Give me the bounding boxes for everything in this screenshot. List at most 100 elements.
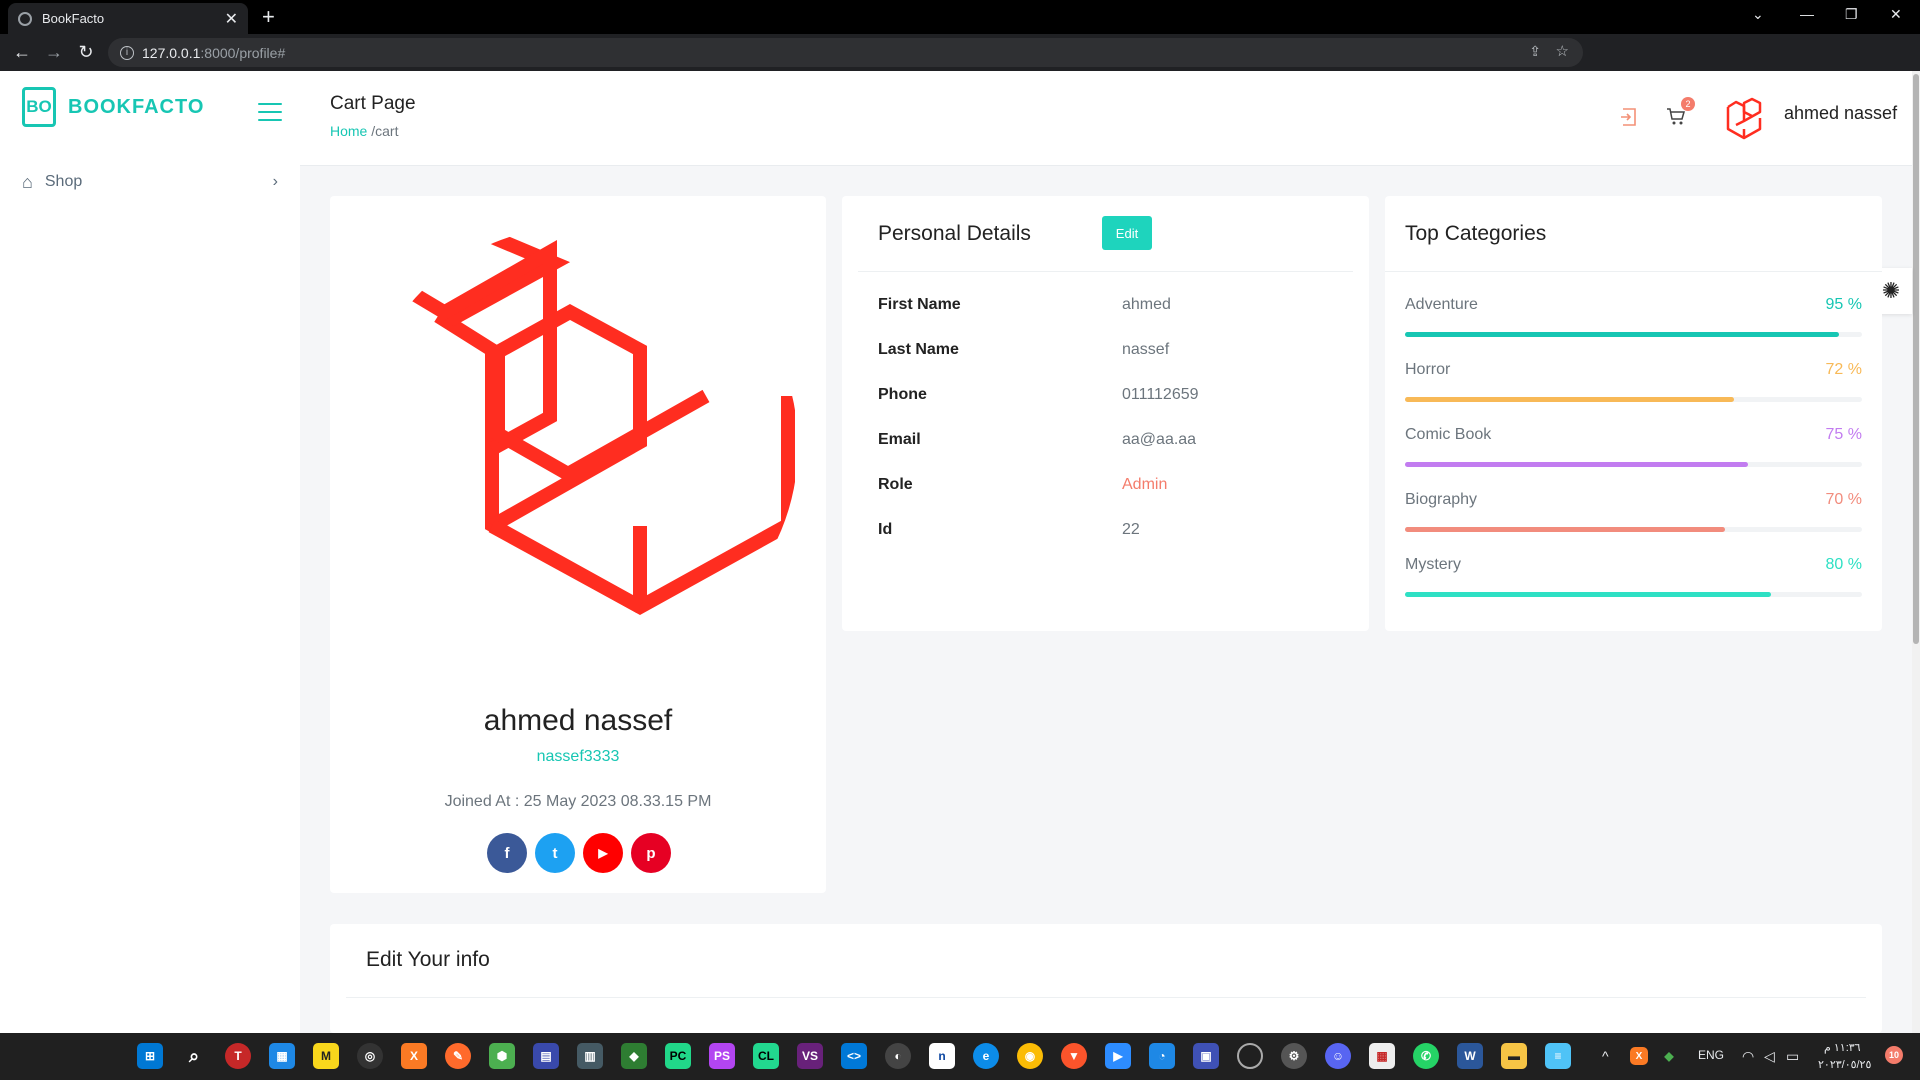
phpstorm-icon[interactable]: PS bbox=[709, 1043, 735, 1069]
tray-xampp-icon[interactable]: X bbox=[1630, 1047, 1648, 1065]
clock-time[interactable]: ١١:٣٦ م bbox=[1824, 1041, 1861, 1054]
battery-icon[interactable]: ▭ bbox=[1786, 1048, 1799, 1065]
clock-date[interactable]: ٢٠٢٣/٠٥/٢٥ bbox=[1818, 1058, 1871, 1071]
divider bbox=[1385, 271, 1882, 272]
category-progress-fill bbox=[1405, 462, 1748, 467]
brand[interactable]: BO BOOKFACTO bbox=[22, 87, 204, 127]
detail-value: 011112659 bbox=[1122, 386, 1199, 403]
cart-count-badge: 2 bbox=[1681, 97, 1695, 111]
home-icon: ⌂ bbox=[22, 171, 33, 192]
notepad-icon[interactable]: ≡ bbox=[1545, 1043, 1571, 1069]
address-bar[interactable]: i 127.0.0.1:8000/profile# ⇪ ☆ bbox=[108, 38, 1583, 67]
twitter-icon[interactable]: t bbox=[535, 833, 575, 873]
app-icon[interactable]: ⚙ bbox=[1281, 1043, 1307, 1069]
volume-icon[interactable]: ◁ bbox=[1764, 1048, 1775, 1065]
detail-value: ahmed bbox=[1122, 296, 1171, 313]
tray-chevron-icon[interactable]: ^ bbox=[1602, 1048, 1609, 1064]
app-icon[interactable]: ▦ bbox=[269, 1043, 295, 1069]
sidebar-item-label: Shop bbox=[44, 173, 83, 190]
chrome-icon[interactable]: ◉ bbox=[1017, 1043, 1043, 1069]
logout-icon[interactable] bbox=[1620, 107, 1638, 133]
category-row: Adventure 95 % bbox=[1405, 296, 1862, 346]
laravel-logo bbox=[380, 226, 795, 616]
profile-card: ahmed nassef nassef3333 Joined At : 25 M… bbox=[330, 196, 826, 893]
whatsapp-icon[interactable]: ✆ bbox=[1413, 1043, 1439, 1069]
browser-tab[interactable]: BookFacto ✕ bbox=[8, 3, 248, 34]
app-icon[interactable]: T bbox=[225, 1043, 251, 1069]
app-icon[interactable]: ⬢ bbox=[489, 1043, 515, 1069]
minimize-button[interactable]: — bbox=[1800, 6, 1814, 22]
page-title: Cart Page bbox=[330, 93, 416, 114]
brand-logo: BO bbox=[22, 87, 56, 127]
page-header: Cart Page Home /cart 2 ahmed nassef bbox=[300, 71, 1912, 166]
youtube-icon[interactable]: ▶ bbox=[583, 833, 623, 873]
pycharm-icon[interactable]: PC bbox=[665, 1043, 691, 1069]
obs-icon[interactable] bbox=[1237, 1043, 1263, 1069]
wifi-icon[interactable]: ◠ bbox=[1742, 1048, 1754, 1065]
visual-studio-icon[interactable]: VS bbox=[797, 1043, 823, 1069]
app-icon[interactable]: ◐ bbox=[885, 1043, 911, 1069]
forward-icon[interactable]: → bbox=[38, 42, 70, 63]
category-progress-track bbox=[1405, 462, 1862, 467]
top-categories-title: Top Categories bbox=[1405, 222, 1547, 245]
hamburger-menu-icon[interactable] bbox=[258, 103, 282, 121]
personal-details-card: Personal Details Edit First Name ahmed L… bbox=[842, 196, 1369, 631]
app-icon[interactable]: ◔ bbox=[1149, 1043, 1175, 1069]
detail-key: Role bbox=[878, 476, 913, 493]
brave-icon[interactable]: ▼ bbox=[1061, 1043, 1087, 1069]
detail-key: First Name bbox=[878, 296, 961, 313]
tab-search-icon[interactable]: ⌄ bbox=[1752, 6, 1764, 23]
globe-icon bbox=[18, 11, 32, 26]
tray-app-icon[interactable]: ◆ bbox=[1660, 1047, 1678, 1065]
language-indicator[interactable]: ENG bbox=[1698, 1048, 1724, 1062]
app-icon[interactable]: ▦ bbox=[1369, 1043, 1395, 1069]
app-icon[interactable]: M bbox=[313, 1043, 339, 1069]
category-percent: 75 % bbox=[1825, 426, 1862, 443]
folder-icon[interactable]: ▬ bbox=[1501, 1043, 1527, 1069]
category-name: Horror bbox=[1405, 361, 1451, 378]
category-progress-fill bbox=[1405, 397, 1735, 402]
search-icon[interactable]: ⌕ bbox=[181, 1043, 207, 1069]
app-icon[interactable]: ◆ bbox=[621, 1043, 647, 1069]
app-icon[interactable]: ▤ bbox=[533, 1043, 559, 1069]
edge-icon[interactable]: e bbox=[973, 1043, 999, 1069]
site-info-icon[interactable]: i bbox=[120, 45, 134, 60]
url-host: 127.0.0.1 bbox=[142, 44, 201, 61]
detail-value: 22 bbox=[1122, 521, 1140, 538]
profile-handle[interactable]: nassef3333 bbox=[330, 748, 826, 766]
facebook-icon[interactable]: f bbox=[487, 833, 527, 873]
reload-icon[interactable]: ↻ bbox=[70, 42, 102, 63]
sidebar-item-shop[interactable]: ⌂ Shop › bbox=[22, 167, 278, 197]
tab-close-icon[interactable]: ✕ bbox=[225, 9, 238, 29]
edit-button[interactable]: Edit bbox=[1102, 216, 1152, 250]
user-avatar[interactable] bbox=[1718, 91, 1772, 145]
share-icon[interactable]: ⇪ bbox=[1529, 43, 1541, 60]
breadcrumb-home-link[interactable]: Home bbox=[330, 123, 367, 139]
app-icon[interactable]: ◎ bbox=[357, 1043, 383, 1069]
detail-value: aa@aa.aa bbox=[1122, 431, 1197, 448]
header-user-name[interactable]: ahmed nassef bbox=[1784, 103, 1897, 124]
scrollbar-thumb[interactable] bbox=[1913, 74, 1919, 644]
pinterest-icon[interactable]: p bbox=[631, 833, 671, 873]
clion-icon[interactable]: CL bbox=[753, 1043, 779, 1069]
word-icon[interactable]: W bbox=[1457, 1043, 1483, 1069]
category-progress-track bbox=[1405, 592, 1862, 597]
discord-icon[interactable]: ☺ bbox=[1325, 1043, 1351, 1069]
bookmark-star-icon[interactable]: ☆ bbox=[1556, 42, 1569, 60]
browser-tab-bar: BookFacto ✕ + ⌄ — ❐ ✕ bbox=[0, 0, 1920, 34]
app-icon[interactable]: n bbox=[929, 1043, 955, 1069]
back-icon[interactable]: ← bbox=[6, 42, 38, 63]
vscode-icon[interactable]: <> bbox=[841, 1043, 867, 1069]
restore-button[interactable]: ❐ bbox=[1845, 6, 1858, 23]
notification-badge[interactable]: 10 bbox=[1885, 1046, 1903, 1064]
app-icon[interactable]: ▥ bbox=[577, 1043, 603, 1069]
xampp-icon[interactable]: X bbox=[401, 1043, 427, 1069]
close-window-button[interactable]: ✕ bbox=[1890, 6, 1902, 23]
app-icon[interactable]: ▣ bbox=[1193, 1043, 1219, 1069]
app-icon[interactable]: ✎ bbox=[445, 1043, 471, 1069]
new-tab-button[interactable]: + bbox=[262, 4, 275, 30]
detail-value: nassef bbox=[1122, 341, 1170, 358]
windows-start-icon[interactable]: ⊞ bbox=[137, 1043, 163, 1069]
zoom-icon[interactable]: ▶ bbox=[1105, 1043, 1131, 1069]
cart-icon[interactable] bbox=[1666, 107, 1686, 133]
